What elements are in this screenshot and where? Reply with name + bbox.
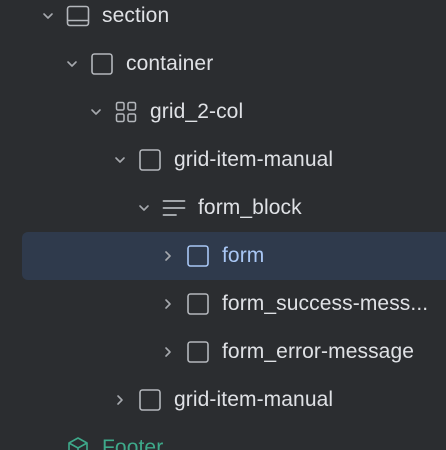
box-icon (187, 341, 209, 363)
tree-item-label: form_error-message (222, 340, 415, 363)
tree-item-label: grid_2-col (150, 100, 244, 123)
chevron-down-icon[interactable] (42, 10, 54, 22)
tree-item-grid-item-manual[interactable]: grid-item-manual (0, 136, 446, 184)
chevron-right-icon[interactable] (162, 346, 174, 358)
chevron-down-icon[interactable] (90, 106, 102, 118)
box-icon (187, 293, 209, 315)
tree-item-grid-2-col[interactable]: grid_2-col (0, 88, 446, 136)
chevron-down-icon[interactable] (66, 58, 78, 70)
component-icon (68, 437, 88, 450)
box-icon (139, 149, 161, 171)
tree-item-label: form_success-mess... (222, 292, 429, 315)
chevron-down-icon[interactable] (114, 154, 126, 166)
navigator-tree: section container grid_2-col grid-item-m… (0, 0, 446, 450)
chevron-right-icon[interactable] (162, 298, 174, 310)
form-block-icon (162, 200, 186, 216)
tree-item-form-error-message[interactable]: form_error-message (0, 328, 446, 376)
box-icon (187, 245, 209, 267)
tree-item-form-block[interactable]: form_block (0, 184, 446, 232)
tree-item-label: container (126, 52, 214, 75)
tree-item-footer[interactable]: Footer (0, 424, 446, 450)
chevron-right-icon[interactable] (114, 394, 126, 406)
box-icon (139, 389, 161, 411)
chevron-right-icon[interactable] (162, 250, 174, 262)
tree-item-container[interactable]: container (0, 40, 446, 88)
tree-item-label: form (222, 244, 265, 267)
tree-item-label: form_block (198, 196, 302, 219)
grid-icon (115, 101, 137, 123)
tree-item-label: Footer (102, 436, 164, 450)
tree-item-label: grid-item-manual (174, 148, 334, 171)
tree-item-form[interactable]: form (0, 232, 446, 280)
box-icon (91, 53, 113, 75)
tree-item-section[interactable]: section (0, 0, 446, 40)
tree-item-label: grid-item-manual (174, 388, 334, 411)
section-icon (66, 5, 90, 27)
chevron-down-icon[interactable] (138, 202, 150, 214)
tree-item-grid-item-manual-2[interactable]: grid-item-manual (0, 376, 446, 424)
tree-item-form-success-message[interactable]: form_success-mess... (0, 280, 446, 328)
tree-item-label: section (102, 4, 170, 27)
